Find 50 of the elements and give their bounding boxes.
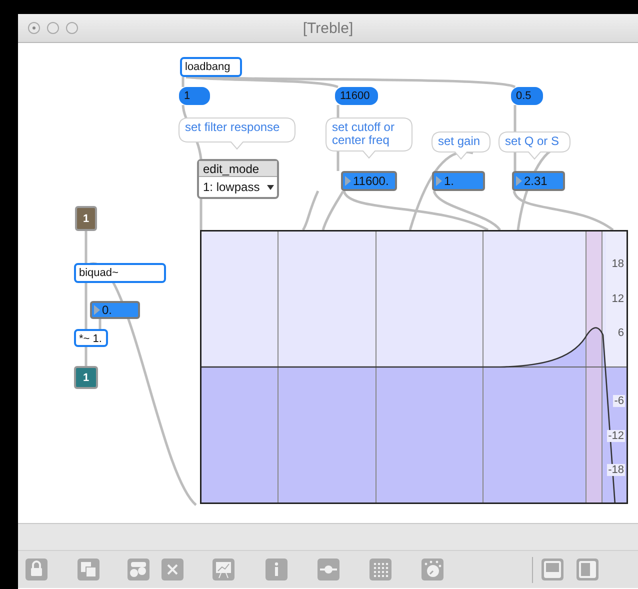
comment-bubble: set filter response bbox=[178, 117, 296, 150]
axis-label: -12 bbox=[607, 430, 625, 442]
object-box[interactable]: loadbang bbox=[180, 57, 242, 77]
layers-icon[interactable] bbox=[77, 558, 100, 581]
lock-icon[interactable] bbox=[25, 558, 48, 581]
message-box[interactable]: 0.5 bbox=[511, 87, 543, 105]
easel-chart-icon[interactable] bbox=[212, 558, 235, 581]
menu-value: 1: lowpass bbox=[203, 180, 260, 194]
number-value: 1. bbox=[444, 174, 454, 188]
number-value: 11600. bbox=[353, 174, 389, 188]
filter-graph[interactable] bbox=[200, 230, 628, 504]
comment-bubble: set Q or S bbox=[498, 131, 571, 160]
patch-cord bbox=[200, 199, 202, 230]
close-button[interactable] bbox=[28, 22, 40, 34]
triangle-icon bbox=[94, 305, 100, 315]
number-box[interactable]: 0. bbox=[90, 301, 140, 319]
axis-label: -6 bbox=[613, 395, 625, 408]
number-box[interactable]: 2.31 bbox=[512, 171, 565, 191]
axis-label: 18 bbox=[610, 258, 625, 270]
object-box[interactable]: *~ 1. bbox=[74, 329, 108, 347]
minimize-button[interactable] bbox=[47, 22, 59, 34]
axis-label: -18 bbox=[607, 464, 625, 476]
knob-icon[interactable] bbox=[421, 558, 444, 581]
window-title: [Treble] bbox=[302, 20, 354, 36]
number-box[interactable]: 11600. bbox=[341, 171, 397, 191]
object-box[interactable]: biquad~ bbox=[74, 263, 166, 283]
number-value: 0. bbox=[102, 303, 112, 317]
number-value: 2.31 bbox=[524, 174, 548, 188]
patch-cord bbox=[302, 190, 320, 231]
inlet-box[interactable]: 1 bbox=[75, 206, 97, 231]
caret-icon bbox=[267, 184, 274, 190]
bottom-panel-icon[interactable] bbox=[541, 558, 564, 581]
message-box[interactable]: 1 bbox=[179, 87, 210, 105]
outlet-box[interactable]: 1 bbox=[74, 366, 98, 389]
menu-box[interactable]: edit_mode 1: lowpass bbox=[197, 159, 279, 199]
comment-bubble: set cutoff or center freq bbox=[325, 117, 413, 159]
zoom-button[interactable] bbox=[66, 22, 78, 34]
binoculars-icon[interactable] bbox=[127, 558, 150, 581]
triangle-icon bbox=[436, 176, 442, 186]
triangle-icon bbox=[345, 176, 351, 186]
comment-bubble: set gain bbox=[431, 131, 491, 160]
side-panel-icon[interactable] bbox=[576, 558, 599, 581]
connector-icon[interactable] bbox=[317, 558, 340, 581]
menu-title: edit_mode bbox=[199, 161, 277, 177]
info-icon[interactable] bbox=[265, 558, 288, 581]
triangle-icon bbox=[516, 176, 522, 186]
number-box[interactable]: 1. bbox=[432, 171, 485, 191]
grid-icon[interactable] bbox=[369, 558, 392, 581]
message-box[interactable]: 11600 bbox=[335, 87, 378, 105]
close-box-icon[interactable] bbox=[161, 558, 184, 581]
